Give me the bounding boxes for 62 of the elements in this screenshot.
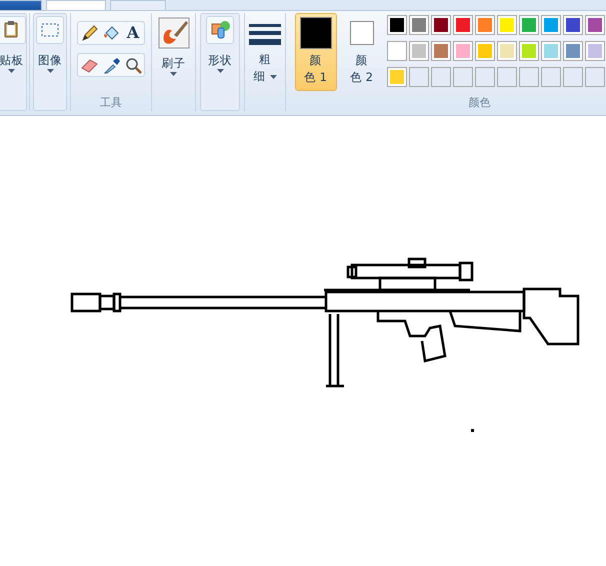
palette-swatch[interactable] [540, 15, 560, 35]
palette-swatch[interactable] [452, 15, 472, 35]
palette-swatch[interactable] [474, 41, 494, 61]
empty-swatch[interactable] [562, 67, 582, 87]
palette-swatch[interactable] [386, 15, 406, 35]
ribbon-tab[interactable] [110, 0, 166, 10]
pencil-icon [80, 24, 98, 42]
empty-swatch[interactable] [584, 67, 604, 87]
caret-icon [46, 69, 54, 73]
shapes-button[interactable] [206, 16, 234, 44]
shapes-icon [210, 20, 230, 40]
empty-swatch[interactable] [518, 67, 538, 87]
magnifier-icon [124, 56, 142, 74]
palette-swatch[interactable] [584, 15, 604, 35]
caret-icon [216, 69, 224, 73]
palette-swatch[interactable] [430, 41, 450, 61]
empty-swatch[interactable] [452, 67, 472, 87]
paste-button[interactable] [0, 16, 26, 44]
size-button[interactable]: 细 [254, 68, 266, 85]
empty-swatch[interactable] [540, 67, 560, 87]
palette-swatch[interactable] [452, 41, 472, 61]
caret-icon [270, 74, 277, 78]
color-slot[interactable]: 颜 色 1 [294, 13, 336, 91]
palette-swatch[interactable] [386, 41, 406, 61]
color-picker-icon [102, 56, 120, 74]
text-tool-glyph[interactable]: A [126, 21, 140, 45]
empty-swatch[interactable] [408, 67, 428, 87]
palette-swatch[interactable] [496, 41, 516, 61]
slot-label: 颜 [310, 52, 322, 69]
line-width-icon [249, 23, 282, 45]
palette-swatch[interactable] [386, 67, 406, 87]
empty-swatch[interactable] [474, 67, 494, 87]
select-button[interactable] [36, 16, 64, 44]
empty-swatch[interactable] [430, 67, 450, 87]
palette-swatch[interactable] [518, 15, 538, 35]
palette-swatch[interactable] [540, 41, 560, 61]
group-label: 图像 [38, 52, 62, 69]
brush-button[interactable]: 刷子 [162, 55, 186, 72]
slot-label: 色 1 [304, 69, 327, 86]
palette-swatch[interactable] [408, 15, 428, 35]
palette-swatch[interactable] [496, 15, 516, 35]
group-label: 颜色 [468, 94, 490, 110]
caret-icon [170, 72, 178, 76]
fill-bucket-icon [102, 24, 120, 42]
palette-swatch[interactable] [562, 15, 582, 35]
palette-swatch[interactable] [518, 41, 538, 61]
group-label: 工具 [100, 94, 122, 110]
color-slot[interactable]: 颜 色 2 [340, 13, 382, 91]
group-label: 贴板 [0, 52, 24, 69]
palette-swatch[interactable] [408, 41, 428, 61]
empty-swatch[interactable] [496, 67, 516, 87]
group-label: 形状 [208, 52, 232, 69]
slot-label: 颜 [356, 52, 368, 69]
caret-icon [8, 69, 15, 73]
palette-swatch[interactable] [430, 15, 450, 35]
palette-swatch[interactable] [474, 15, 494, 35]
size-button[interactable]: 粗 [259, 51, 272, 68]
app-menu-button[interactable] [0, 0, 42, 10]
palette-swatch[interactable] [584, 41, 604, 61]
slot-label: 色 2 [350, 69, 373, 86]
brush-icon [158, 17, 190, 49]
palette-swatch[interactable] [562, 41, 582, 61]
